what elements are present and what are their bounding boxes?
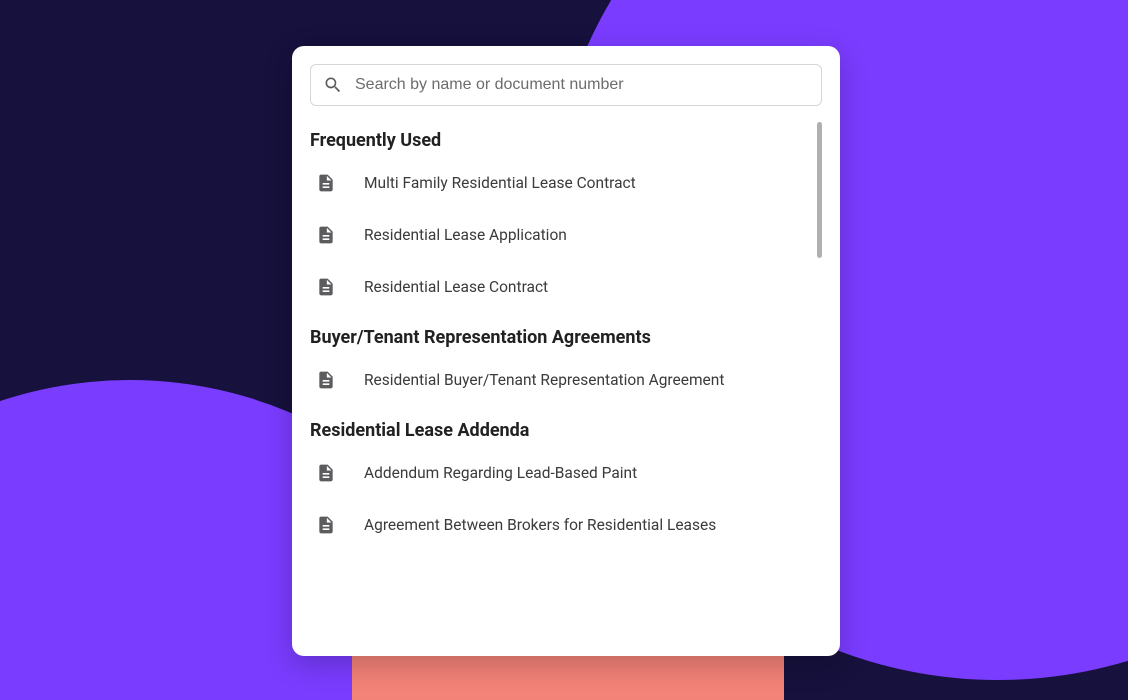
document-row[interactable]: Addendum Regarding Lead-Based Paint bbox=[310, 447, 822, 499]
document-icon bbox=[316, 225, 336, 245]
document-icon bbox=[316, 515, 336, 535]
section-header: Residential Lease Addenda bbox=[310, 406, 822, 447]
document-picker-card: Frequently Used Multi Family Residential … bbox=[292, 46, 840, 656]
search-icon bbox=[323, 75, 343, 95]
document-icon bbox=[316, 463, 336, 483]
document-label: Residential Buyer/Tenant Representation … bbox=[364, 371, 724, 389]
document-label: Multi Family Residential Lease Contract bbox=[364, 174, 636, 192]
document-row[interactable]: Residential Lease Application bbox=[310, 209, 822, 261]
document-icon bbox=[316, 173, 336, 193]
document-list: Frequently Used Multi Family Residential … bbox=[310, 116, 822, 638]
document-row[interactable]: Residential Buyer/Tenant Representation … bbox=[310, 354, 822, 406]
scrollbar-thumb[interactable] bbox=[817, 122, 822, 258]
document-icon bbox=[316, 370, 336, 390]
document-row[interactable]: Residential Lease Contract bbox=[310, 261, 822, 313]
document-label: Residential Lease Contract bbox=[364, 278, 548, 296]
section-header: Buyer/Tenant Representation Agreements bbox=[310, 313, 822, 354]
document-label: Addendum Regarding Lead-Based Paint bbox=[364, 464, 637, 482]
document-row[interactable]: Multi Family Residential Lease Contract bbox=[310, 157, 822, 209]
document-row[interactable]: Agreement Between Brokers for Residentia… bbox=[310, 499, 822, 551]
document-icon bbox=[316, 277, 336, 297]
search-field[interactable] bbox=[310, 64, 822, 106]
search-input[interactable] bbox=[355, 76, 809, 94]
document-label: Residential Lease Application bbox=[364, 226, 567, 244]
section-header: Frequently Used bbox=[310, 116, 822, 157]
document-label: Agreement Between Brokers for Residentia… bbox=[364, 516, 716, 534]
